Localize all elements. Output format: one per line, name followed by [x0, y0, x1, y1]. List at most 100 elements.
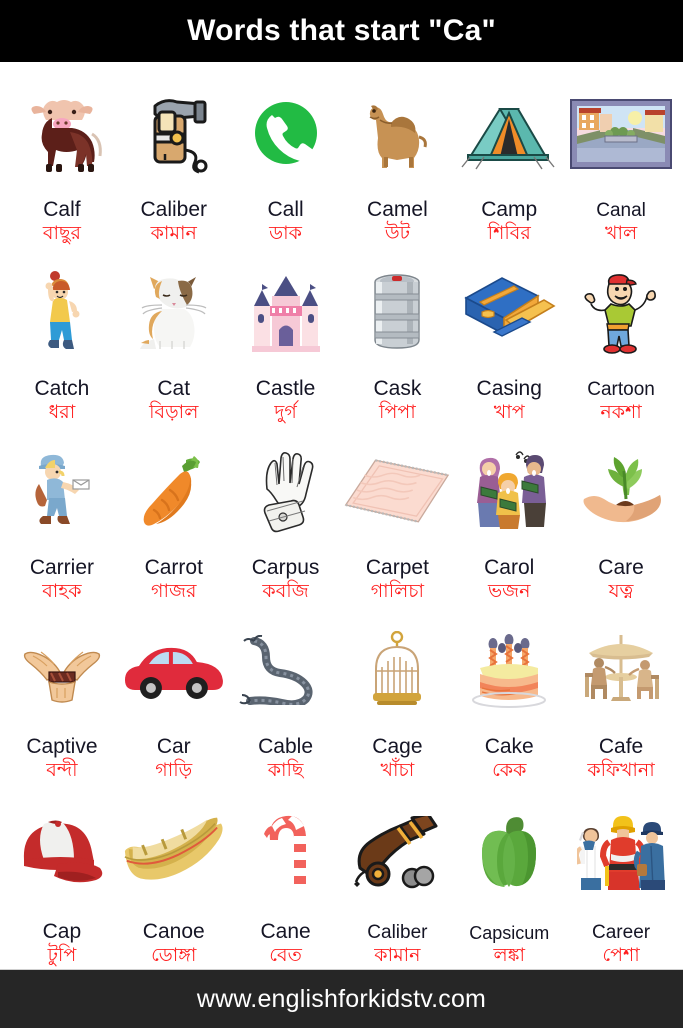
word-cell-castle[interactable]: Castle দুর্গ [230, 247, 342, 426]
word-bengali: খাল [604, 221, 638, 244]
word-english: Cage [372, 735, 423, 759]
word-bengali: উট [384, 221, 410, 244]
word-cell-career[interactable]: Career পেশা [565, 784, 677, 969]
word-cell-carpet[interactable]: Carpet গালিচা [341, 426, 453, 605]
word-cell-cap[interactable]: Cap টুপি [6, 784, 118, 969]
word-english: Calf [43, 198, 81, 222]
word-row: Calf বাছুর Caliber কামান Call ডাক Camel … [6, 68, 677, 247]
word-english: Camel [367, 198, 428, 222]
word-bengali: কামান [150, 221, 197, 244]
word-cell-cake[interactable]: Cake কেক [453, 605, 565, 784]
word-cell-cable[interactable]: Cable কাছি [230, 605, 342, 784]
cartoon-boy-icon [566, 247, 676, 379]
word-english: Casing [476, 377, 542, 401]
word-cell-captive[interactable]: Captive বন্দী [6, 605, 118, 784]
canoe-icon [119, 784, 229, 920]
word-bengali: গাড়ি [155, 758, 193, 781]
word-bengali: পিপা [379, 400, 416, 423]
word-bengali: কবজি [262, 579, 309, 602]
word-english: Canal [596, 200, 646, 222]
camel-icon [342, 68, 452, 198]
word-cell-catch[interactable]: Catch ধরা [6, 247, 118, 426]
word-cell-carrot[interactable]: Carrot গাজর [118, 426, 230, 605]
word-cell-cask[interactable]: Cask পিপা [341, 247, 453, 426]
word-english: Cartoon [587, 379, 655, 401]
word-english: Cafe [598, 735, 644, 759]
word-bengali: কফিখানা [587, 758, 655, 781]
word-english: Carrot [144, 556, 203, 580]
word-cell-canoe[interactable]: Canoe ডোঙ্গা [118, 784, 230, 969]
canal-photo-icon [566, 68, 676, 200]
word-cell-carrier[interactable]: Carrier বাহক [6, 426, 118, 605]
word-bengali: যত্ন [608, 579, 634, 602]
mail-carrier-icon [7, 426, 117, 556]
word-english: Carol [484, 556, 535, 580]
word-bengali: দুর্গ [274, 400, 297, 423]
word-cell-capsicum[interactable]: Capsicum লঙ্কা [453, 784, 565, 969]
word-bengali: বাহক [42, 579, 82, 602]
phone-call-icon [231, 68, 341, 198]
word-english: Career [592, 922, 651, 944]
header-bar: Words that start "Ca" [0, 0, 683, 62]
word-row: Carrier বাহক Carrot গাজর Carpus কবজি Car… [6, 426, 677, 605]
word-grid: Calf বাছুর Caliber কামান Call ডাক Camel … [0, 62, 683, 969]
word-english: Captive [26, 735, 98, 759]
word-cell-camp[interactable]: Camp শিবির [453, 68, 565, 247]
word-english: Carpet [365, 556, 429, 580]
word-cell-call[interactable]: Call ডাক [230, 68, 342, 247]
word-bengali: লঙ্কা [493, 943, 525, 966]
word-cell-care[interactable]: Care যত্ন [565, 426, 677, 605]
word-cell-casing[interactable]: Casing খাপ [453, 247, 565, 426]
word-bengali: বিড়াল [149, 400, 199, 423]
word-cell-cafe[interactable]: Cafe কফিখানা [565, 605, 677, 784]
baseball-cap-icon [7, 784, 117, 920]
word-bengali: শিবির [487, 221, 531, 244]
word-cell-canal[interactable]: Canal খাল [565, 68, 677, 247]
word-row: Cap টুপি Canoe ডোঙ্গা Cane বেত Caliber ক… [6, 784, 677, 969]
car-icon [119, 605, 229, 735]
word-cell-carpus[interactable]: Carpus কবজি [230, 426, 342, 605]
word-english: Car [156, 735, 191, 759]
wrist-hand-icon [231, 426, 341, 556]
castle-icon [231, 247, 341, 377]
word-english: Canoe [142, 920, 205, 944]
tent-icon [454, 68, 564, 198]
word-english: Call [267, 198, 304, 222]
cable-wire-icon [231, 605, 341, 735]
website-url: www.englishforkidstv.com [196, 984, 487, 1013]
carrot-icon [119, 426, 229, 556]
word-bengali: কাছি [267, 758, 304, 781]
word-english: Care [598, 556, 644, 580]
word-bengali: গালিচা [370, 579, 425, 602]
word-row: Catch ধরা Cat বিড়াল Castle দুর্গ Cask প… [6, 247, 677, 426]
word-bengali: পেশা [602, 943, 640, 966]
birdcage-icon [342, 605, 452, 735]
word-cell-camel[interactable]: Camel উট [341, 68, 453, 247]
word-cell-caliber[interactable]: Caliber কামান [118, 68, 230, 247]
carpet-icon [342, 426, 452, 556]
calf-icon [7, 68, 117, 198]
word-cell-cage[interactable]: Cage খাঁচা [341, 605, 453, 784]
word-cell-caliber-cannon[interactable]: Caliber কামান [341, 784, 453, 969]
word-bengali: ধরা [48, 400, 76, 423]
hand-plant-icon [566, 426, 676, 556]
worksheet-page: Words that start "Ca" Calf বাছুর Caliber… [0, 0, 683, 1028]
word-english: Castle [255, 377, 316, 401]
word-bengali: গাজর [151, 579, 197, 602]
word-cell-cat[interactable]: Cat বিড়াল [118, 247, 230, 426]
word-bengali: টুপি [47, 943, 77, 966]
boy-catching-ball-icon [7, 247, 117, 377]
word-cell-car[interactable]: Car গাড়ি [118, 605, 230, 784]
word-english: Camp [481, 198, 538, 222]
cafe-table-icon [566, 605, 676, 735]
word-cell-calf[interactable]: Calf বাছুর [6, 68, 118, 247]
word-row: Captive বন্দী Car গাড়ি Cable কাছি Cage … [6, 605, 677, 784]
word-bengali: কেক [492, 758, 527, 781]
word-cell-carol[interactable]: Carol ভজন [453, 426, 565, 605]
word-bengali: ডাক [269, 221, 302, 244]
word-cell-cartoon[interactable]: Cartoon নকশা [565, 247, 677, 426]
word-english: Carrier [29, 556, 94, 580]
word-english: Cap [42, 920, 82, 944]
bell-pepper-icon [454, 784, 564, 923]
word-cell-cane[interactable]: Cane বেত [230, 784, 342, 969]
